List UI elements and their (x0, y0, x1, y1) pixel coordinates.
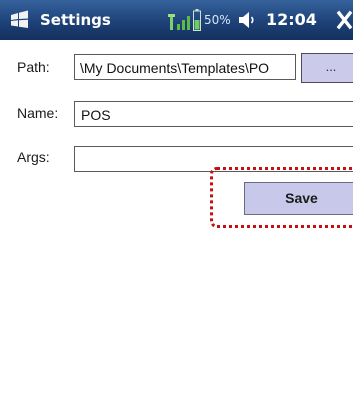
clock[interactable]: 12:04 (266, 10, 317, 30)
close-icon[interactable] (336, 9, 353, 31)
name-label: Name: (17, 105, 59, 121)
windows-flag-icon[interactable] (9, 10, 31, 30)
name-field[interactable]: POS (74, 101, 353, 127)
speaker-icon[interactable] (238, 10, 256, 30)
args-label: Args: (17, 149, 50, 165)
save-button[interactable]: Save (244, 182, 353, 215)
battery-percent: 50% (204, 13, 231, 27)
path-field[interactable]: \My Documents\Templates\PO (74, 54, 296, 80)
title-bar: Settings 50% 12:04 (0, 0, 353, 40)
battery-icon[interactable] (193, 9, 201, 31)
browse-button[interactable]: ... (301, 53, 353, 83)
app-title: Settings (40, 11, 111, 29)
signal-icon[interactable] (168, 12, 192, 30)
path-label: Path: (17, 59, 50, 75)
